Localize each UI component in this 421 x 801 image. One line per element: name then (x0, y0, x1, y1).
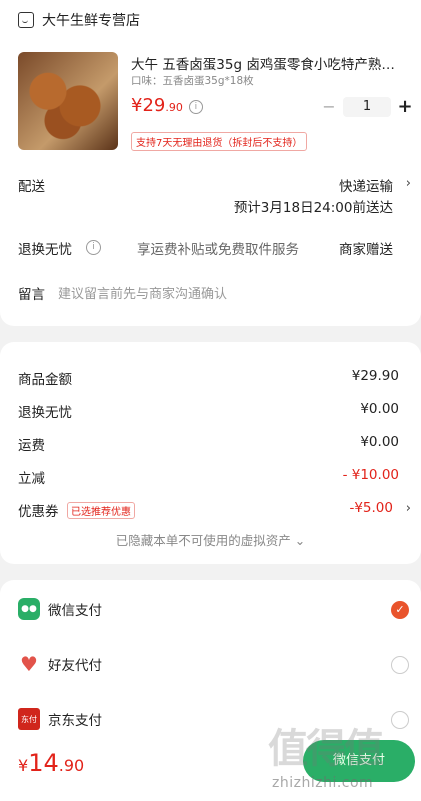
total-int: 14 (28, 749, 59, 777)
total-dec: .90 (58, 756, 85, 775)
delivery-label: 配送 (18, 179, 45, 195)
return-worry-desc: 享运费补贴或免费取件服务 (137, 242, 299, 258)
summary-label: 运费 (18, 438, 45, 454)
product-image[interactable] (18, 52, 118, 150)
hidden-assets-toggle[interactable]: 已隐藏本单不可使用的虚拟资产 ⌄ (0, 530, 421, 549)
summary-value: ¥0.00 (360, 434, 399, 450)
quantity-input[interactable]: 1 (343, 96, 391, 117)
watermark-url: zhizhizhi.com (272, 775, 374, 791)
coupon-label: 优惠券 (18, 504, 59, 520)
heart-icon: ♥ (18, 652, 40, 676)
product-spec[interactable]: 口味：五香卤蛋35g*18枚 (131, 73, 254, 88)
info-icon[interactable]: i (188, 100, 203, 114)
store-name: 大午生鲜专营店 (42, 13, 140, 29)
summary-label: 商品金额 (18, 372, 72, 388)
message-label: 留言 (18, 287, 45, 303)
payment-option-wechat[interactable]: ●● 微信支付 (18, 598, 102, 620)
summary-value: ¥29.90 (351, 368, 399, 384)
order-card (0, 0, 421, 326)
payment-option-friend[interactable]: ♥ 好友代付 (18, 652, 102, 676)
quantity-stepper: − 1 + (321, 96, 413, 117)
price-int: 29 (142, 95, 166, 116)
delivery-eta: 预计3月18日24:00前送达 (233, 200, 393, 216)
info-icon[interactable]: i (86, 240, 101, 255)
product-title[interactable]: 大午 五香卤蛋35g 卤鸡蛋零食小吃特产熟… (131, 53, 411, 73)
total-symbol: ¥ (18, 756, 29, 775)
jd-pay-icon: 东付 (18, 708, 40, 730)
radio-button[interactable] (391, 711, 409, 729)
price-dec: .90 (165, 101, 183, 114)
delivery-method[interactable]: 快递运输 (339, 175, 393, 195)
message-input[interactable]: 建议留言前先与商家沟通确认 (58, 283, 227, 302)
summary-value: ¥0.00 (360, 401, 399, 417)
return-policy-tag: 支持7天无理由退货（拆封后不支持） (131, 132, 308, 151)
summary-label: 立减 (18, 471, 45, 487)
wechat-icon: ●● (18, 598, 40, 620)
store-header[interactable]: 大午生鲜专营店 (18, 10, 140, 30)
minus-button[interactable]: − (321, 97, 337, 116)
payment-option-jd[interactable]: 东付 京东支付 (18, 708, 102, 730)
product-price: ¥29.90 i (131, 95, 203, 116)
payment-label: 微信支付 (48, 603, 102, 619)
store-icon (18, 12, 34, 28)
chevron-right-icon[interactable]: › (406, 501, 411, 516)
plus-button[interactable]: + (397, 96, 413, 117)
coupon-tag: 已选推荐优惠 (67, 502, 135, 519)
coupon-value[interactable]: -¥5.00 (349, 500, 393, 516)
total-price: ¥14.90 (18, 749, 84, 777)
return-worry-value[interactable]: 商家赠送 (339, 238, 393, 258)
discount-value: - ¥10.00 (342, 467, 399, 483)
payment-label: 京东支付 (48, 713, 102, 729)
chevron-right-icon[interactable]: › (406, 176, 411, 191)
watermark-logo: 值得值 (268, 726, 384, 772)
return-worry-label: 退换无忧 (18, 242, 72, 258)
check-icon[interactable]: ✓ (391, 601, 409, 619)
summary-label: 退换无忧 (18, 405, 72, 421)
radio-button[interactable] (391, 656, 409, 674)
price-symbol: ¥ (131, 95, 143, 116)
payment-label: 好友代付 (48, 658, 102, 674)
